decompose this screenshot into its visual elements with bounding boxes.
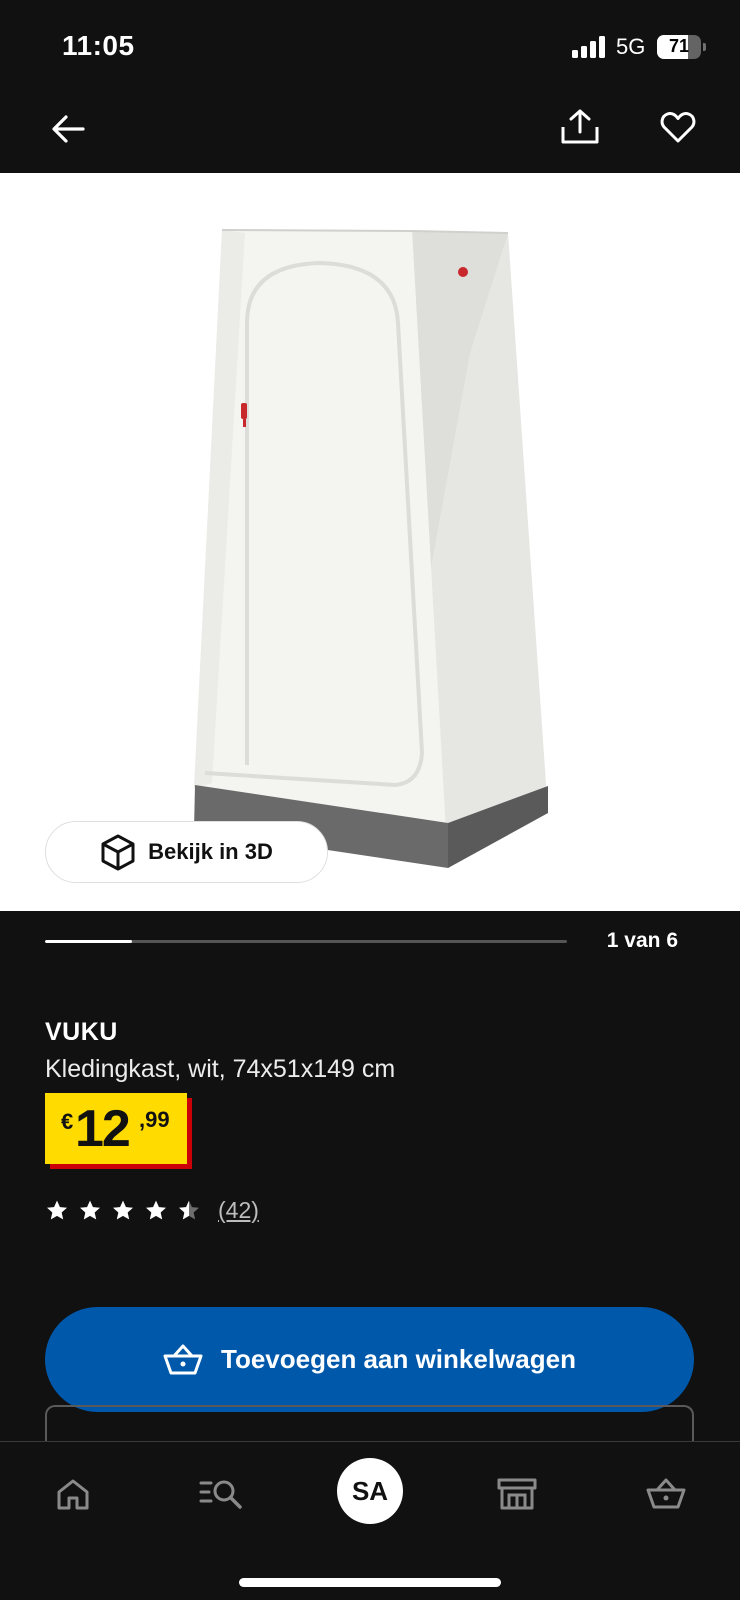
share-icon (561, 109, 599, 144)
star-icon (47, 1200, 67, 1220)
top-bar (0, 95, 740, 173)
nav-search[interactable] (191, 1464, 251, 1524)
battery-icon: 71 (657, 35, 701, 59)
wardrobe-product-image (194, 229, 548, 868)
product-image-gallery[interactable]: Bekijk in 3D (0, 173, 740, 911)
price-tag: € 12 ,99 (45, 1093, 192, 1169)
price-decimals: ,99 (139, 1107, 170, 1132)
home-indicator[interactable] (239, 1578, 501, 1587)
nav-home[interactable] (43, 1464, 103, 1524)
basket-icon (163, 1344, 203, 1374)
basket-icon (646, 1478, 686, 1509)
price-tag-box: € 12 ,99 (45, 1093, 187, 1164)
nav-store[interactable] (487, 1464, 547, 1524)
bottom-navigation: SA (0, 1441, 740, 1600)
image-pager: 1 van 6 (0, 911, 740, 973)
star-icon (179, 1200, 199, 1220)
favorite-button[interactable] (654, 103, 702, 151)
cube-icon (101, 834, 135, 871)
status-bar: 11:05 5G 71 (0, 0, 740, 95)
home-icon (57, 1479, 89, 1510)
rating-stars (45, 1198, 210, 1222)
product-description: Kledingkast, wit, 74x51x149 cm (45, 1055, 396, 1083)
battery-percentage: 71 (668, 36, 690, 56)
star-icon (80, 1200, 100, 1220)
review-count-link[interactable]: (42) (218, 1197, 259, 1224)
product-rating[interactable]: (42) (45, 1196, 259, 1224)
product-name: VUKU (45, 1018, 118, 1046)
arrow-left-icon (52, 115, 85, 143)
star-icon (146, 1200, 166, 1220)
search-list-icon (199, 1480, 242, 1509)
pager-progress-fill (45, 940, 132, 943)
view-3d-button[interactable]: Bekijk in 3D (45, 821, 328, 883)
pager-text: 1 van 6 (606, 929, 678, 952)
star-icon (113, 1200, 133, 1220)
back-button[interactable] (44, 105, 92, 153)
nav-cart[interactable] (636, 1464, 696, 1524)
price-integer: 12 (75, 1100, 131, 1158)
share-button[interactable] (556, 103, 604, 151)
heart-icon (660, 112, 696, 143)
signal-icon (572, 36, 606, 58)
add-to-cart-label: Toevoegen aan winkelwagen (221, 1344, 576, 1374)
nav-profile-avatar[interactable]: SA (337, 1458, 403, 1524)
store-icon (497, 1478, 537, 1510)
add-to-cart-button[interactable]: Toevoegen aan winkelwagen (45, 1307, 694, 1412)
view-3d-label: Bekijk in 3D (148, 839, 273, 864)
battery-nub (703, 43, 706, 51)
pager-progress-track (45, 940, 567, 943)
network-label: 5G (616, 34, 646, 59)
status-time: 11:05 (62, 30, 135, 61)
price-currency: € (61, 1109, 74, 1134)
